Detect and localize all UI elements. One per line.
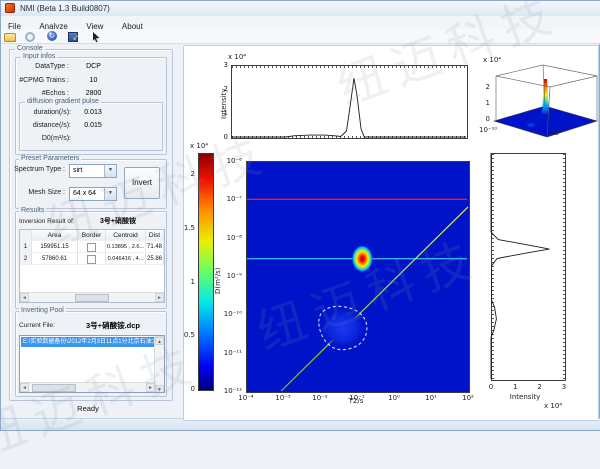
- current-file-value: 3号+硝酸铵.dcp: [86, 321, 140, 330]
- inverting-pool-list[interactable]: E:\实验数据备份\2012年2月3日11点1分北京石油大学样品 ▲ ▼ ◄ ►: [19, 335, 165, 393]
- toolbar: ↻ ↙: [1, 29, 600, 44]
- cpmg-trains-label: #CPMG Trains :: [19, 77, 69, 84]
- chevron-down-icon[interactable]: ▼: [104, 188, 116, 200]
- list-vscrollbar[interactable]: ▲ ▼: [154, 336, 164, 392]
- scroll-thumb[interactable]: [32, 384, 76, 392]
- duration-label: duration(/s):: [33, 109, 71, 116]
- col-area[interactable]: Area: [32, 230, 78, 241]
- spectrum-type-value: sirt: [73, 167, 83, 174]
- inversion-result-label: Inversion Result of:: [19, 218, 75, 225]
- table-row[interactable]: 2 57860.61 0.046416 , 4... 25.86: [20, 253, 164, 265]
- echos-label: #Echos :: [41, 90, 69, 97]
- results-caption: Results: [19, 207, 47, 214]
- table-header-row: Area Border Centroid Dist: [20, 230, 164, 241]
- import-data-icon[interactable]: ↙: [68, 32, 79, 42]
- spectrum-type-select[interactable]: sirt ▼: [69, 164, 117, 178]
- col-centroid[interactable]: Centroid: [106, 230, 146, 241]
- spectrum-type-label: Spectrum Type :: [14, 166, 65, 173]
- scroll-up-icon[interactable]: ▲: [155, 337, 164, 345]
- mesh-size-value: 64 x 64: [73, 190, 96, 197]
- title-bar: NMI (Beta 1.3 Build0807): [1, 1, 600, 17]
- menu-bar: File Analyze View About: [1, 16, 600, 31]
- inversion-result-value: 3号+硝酸铵: [100, 218, 136, 225]
- surface-scale: x 10⁴: [483, 56, 502, 64]
- t2-projection-ylabel: Intensity: [220, 88, 228, 119]
- d0-label: D0(m²/s):: [41, 135, 71, 142]
- t2-projection-scale: x 10⁴: [228, 53, 247, 61]
- snapshot-icon[interactable]: [25, 32, 36, 42]
- mesh-size-label: Mesh Size :: [28, 189, 65, 196]
- t2-projection-plot[interactable]: [231, 65, 468, 139]
- invert-button[interactable]: Invert: [124, 167, 160, 199]
- border-checkbox[interactable]: [87, 243, 96, 252]
- results-table[interactable]: Area Border Centroid Dist 1 159951.15 0.…: [19, 229, 165, 303]
- distance-value: 0.015: [84, 122, 102, 129]
- scroll-left-icon[interactable]: ◄: [20, 383, 29, 392]
- col-dist[interactable]: Dist: [146, 230, 164, 241]
- diffusion-caption: diffusion gradient pulse: [25, 98, 101, 105]
- list-item[interactable]: E:\实验数据备份\2012年2月3日11点1分北京石油大学样品: [21, 337, 154, 347]
- mesh-size-select[interactable]: 64 x 64 ▼: [69, 187, 117, 201]
- distance-label: distance(/s):: [32, 122, 71, 129]
- pointer-icon[interactable]: [90, 30, 102, 43]
- scroll-right-icon[interactable]: ►: [146, 383, 155, 392]
- preset-caption: Preset Parameters: [19, 155, 82, 162]
- scroll-left-icon[interactable]: ◄: [20, 293, 29, 302]
- d-projection-xlabel: Intensity: [509, 393, 541, 401]
- scroll-right-icon[interactable]: ►: [155, 293, 164, 302]
- window-title: NMI (Beta 1.3 Build0807): [20, 4, 110, 13]
- map-ylabel: D(m²/s): [214, 267, 222, 294]
- current-file-label: Current File:: [19, 322, 55, 329]
- table-hscrollbar[interactable]: ◄ ►: [20, 292, 164, 302]
- duration-value: 0.013: [84, 109, 102, 116]
- datatype-value: DCP: [86, 63, 101, 70]
- console-caption: Console: [15, 45, 45, 52]
- inverting-pool-caption: Inverting Pool: [19, 307, 66, 314]
- table-row[interactable]: 1 159951.15 0.13895 , 2.6... 71.48: [20, 241, 164, 253]
- cpmg-trains-value: 10: [89, 77, 98, 84]
- open-file-icon[interactable]: [4, 33, 16, 42]
- map-xlabel: T2/s: [348, 397, 364, 405]
- scroll-thumb[interactable]: [75, 294, 109, 302]
- colorbar-scale: x 10⁴: [190, 142, 209, 150]
- input-infos-caption: Input infos: [21, 53, 58, 60]
- echos-value: 2800: [85, 90, 102, 97]
- status-ready: Ready: [77, 404, 99, 413]
- d-projection-scale: x 10⁴: [544, 402, 563, 410]
- rotate-3d-icon[interactable]: ↻: [46, 31, 57, 41]
- d-t2-map-plot[interactable]: [246, 161, 470, 393]
- colorbar: [198, 153, 214, 391]
- col-border[interactable]: Border: [78, 230, 106, 241]
- chevron-down-icon[interactable]: ▼: [104, 165, 116, 177]
- d-projection-plot[interactable]: [491, 153, 566, 381]
- app-icon: [5, 3, 15, 13]
- list-hscrollbar[interactable]: ◄ ►: [20, 382, 155, 392]
- datatype-label: DataType :: [35, 63, 69, 70]
- scroll-down-icon[interactable]: ▼: [155, 385, 164, 392]
- border-checkbox[interactable]: [87, 255, 96, 264]
